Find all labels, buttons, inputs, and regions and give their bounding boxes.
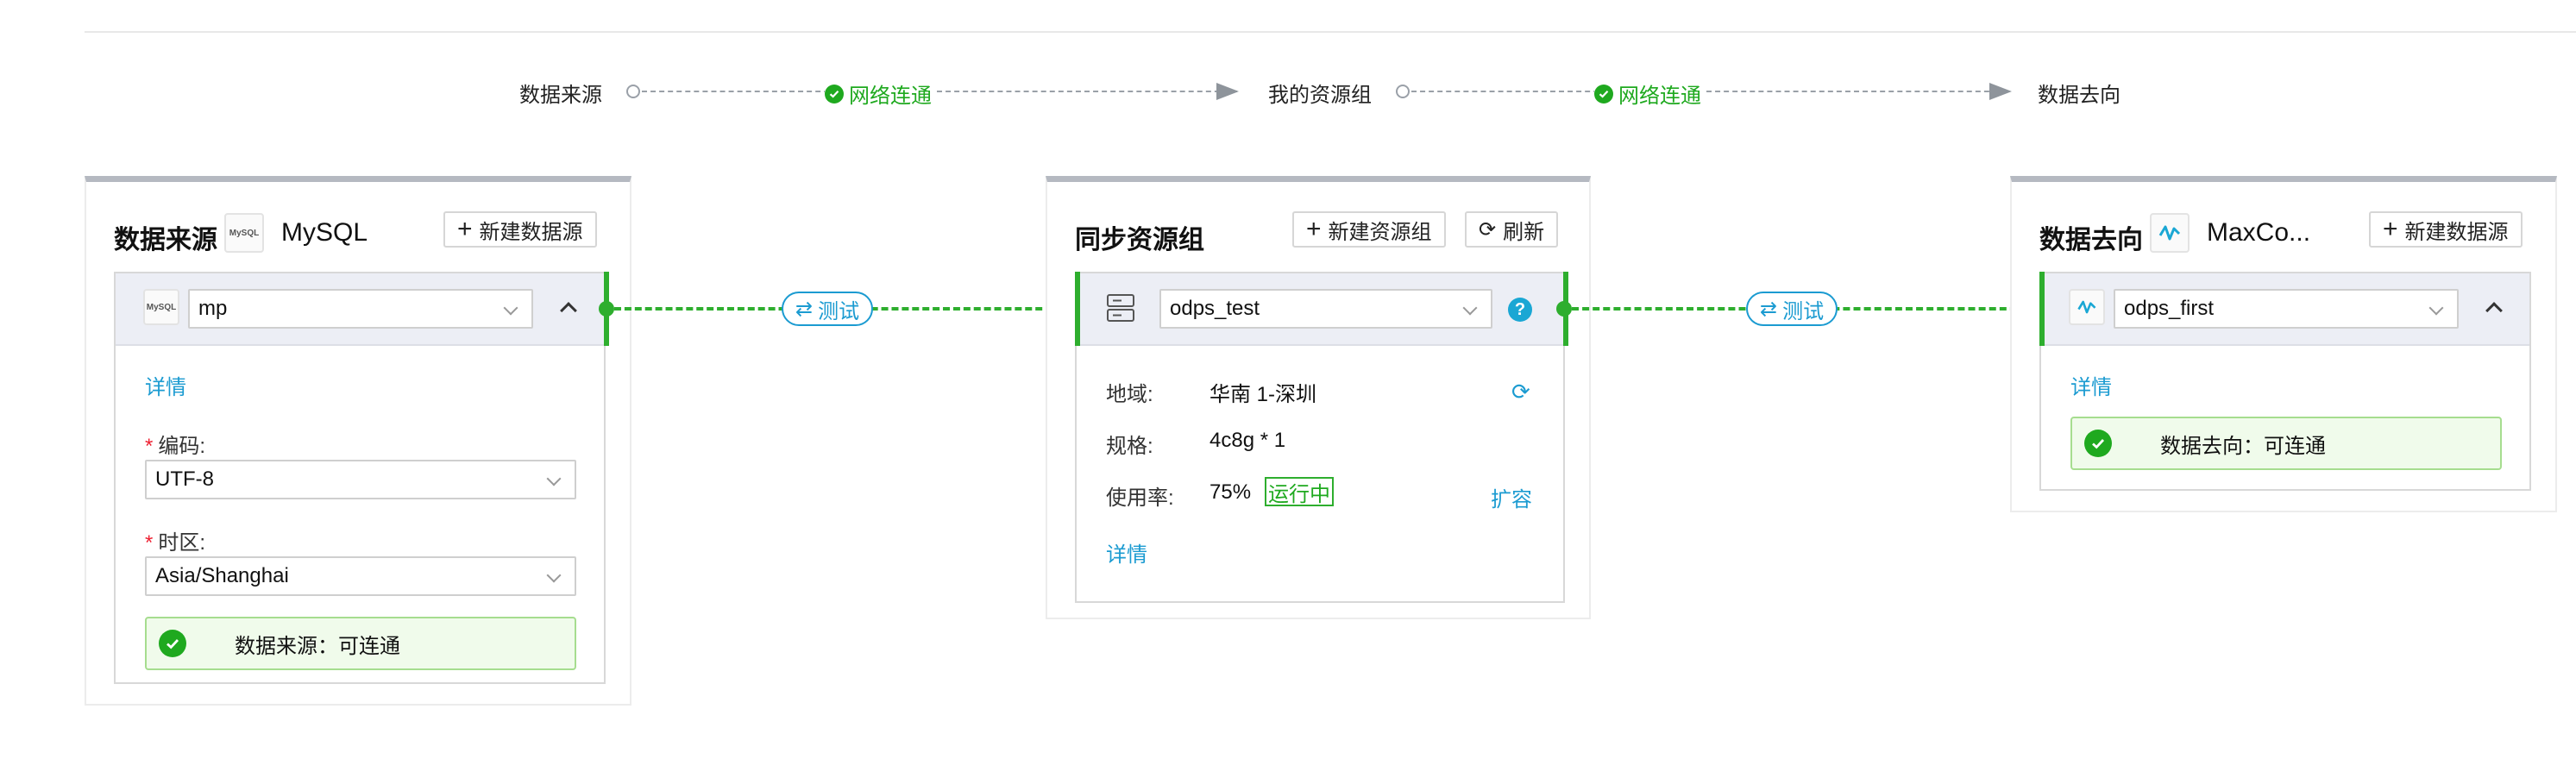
region-label: 地域: [1106, 383, 1153, 406]
group-details-link[interactable]: 详情 [1106, 537, 1147, 568]
flow-source-label: 数据来源 [519, 84, 602, 107]
group-card: odps_test ? 地域: 华南 1-深圳 ⟳ 规格: 4c8g * 1 使… [1075, 272, 1568, 603]
plus-icon: + [457, 215, 473, 243]
new-datasource-button[interactable]: + 新建数据源 [443, 211, 597, 248]
spec-value: 4c8g * 1 [1209, 429, 1286, 452]
new-resource-group-button[interactable]: + 新建资源组 [1292, 211, 1446, 248]
test-connection-button-right[interactable]: ⇄ 测试 [1746, 292, 1838, 326]
dest-datasource-select[interactable]: odps_first [2114, 289, 2459, 329]
connector-mid-dot [1556, 301, 1572, 317]
connector-start-dot [599, 301, 614, 317]
encoding-select[interactable]: UTF-8 [145, 460, 576, 499]
refresh-icon: ⟳ [1479, 217, 1497, 242]
source-details-link[interactable]: 详情 [145, 370, 186, 400]
flow-dest-label: 数据去向 [2038, 84, 2120, 107]
usage-value: 75% [1209, 480, 1252, 504]
check-circle-icon [2084, 430, 2112, 457]
mysql-logo-icon: MySQL [224, 213, 264, 253]
source-card: MySQL mp 详情 * 编码: UTF-8 * 时区: Asia/Shangha… [114, 272, 609, 684]
check-circle-icon [825, 84, 844, 104]
source-type-name: MySQL [281, 218, 368, 247]
chevron-down-icon [1462, 300, 1478, 316]
dest-details-link[interactable]: 详情 [2070, 370, 2112, 400]
flow-group-label: 我的资源组 [1268, 84, 1372, 107]
expand-link[interactable]: 扩容 [1491, 482, 1532, 512]
group-panel-title: 同步资源组 [1075, 226, 1204, 254]
new-resource-group-label: 新建资源组 [1328, 220, 1432, 244]
source-status-text: 数据来源：可连通 [235, 634, 400, 658]
running-status-tag: 运行中 [1265, 477, 1334, 506]
chevron-down-icon [546, 471, 562, 486]
flow-dash-2 [1411, 91, 2007, 92]
flow-mid-circle [1396, 85, 1410, 98]
check-circle-icon [1594, 84, 1613, 104]
dest-panel: 数据去向 MaxCo... + 新建数据源 odps_first 详情 数据去向… [2010, 176, 2557, 512]
mysql-small-logo-icon: MySQL [143, 289, 179, 325]
dest-datasource-value: odps_first [2124, 297, 2215, 320]
usage-label: 使用率: [1106, 486, 1174, 510]
refresh-label: 刷新 [1503, 220, 1545, 244]
timezone-value: Asia/Shanghai [155, 564, 289, 587]
net-status-1: 网络连通 [825, 78, 935, 109]
check-circle-icon [159, 630, 186, 657]
new-datasource-label: 新建数据源 [479, 220, 583, 244]
flow-arrow-2 [1989, 83, 2012, 100]
dest-card-accent [2039, 272, 2045, 346]
net-status-2: 网络连通 [1594, 78, 1705, 109]
source-datasource-value: mp [198, 297, 228, 320]
resource-group-panel: 同步资源组 + 新建资源组 ⟳ 刷新 odps_test ? 地域: 华南 1-… [1046, 176, 1591, 619]
new-dest-datasource-button[interactable]: + 新建数据源 [2369, 211, 2523, 248]
flow-dash-1 [642, 91, 1237, 92]
net-status-1-text: 网络连通 [849, 85, 932, 108]
chevron-down-icon [546, 568, 562, 583]
plus-icon: + [2383, 215, 2398, 243]
source-panel-title: 数据来源 [114, 226, 217, 254]
dest-type-name: MaxCo... [2207, 218, 2311, 247]
test-label-right: 测试 [1782, 299, 1825, 323]
flow-arrow-1 [1216, 83, 1239, 100]
timezone-select[interactable]: Asia/Shanghai [145, 556, 576, 596]
net-status-2-text: 网络连通 [1618, 85, 1701, 108]
encoding-value: UTF-8 [155, 467, 214, 491]
chevron-down-icon [503, 300, 518, 316]
resource-group-select[interactable]: odps_test [1159, 289, 1492, 329]
dest-panel-title: 数据去向 [2039, 226, 2143, 254]
resource-group-value: odps_test [1170, 297, 1260, 320]
dest-status-text: 数据去向：可连通 [2160, 434, 2326, 458]
top-divider [85, 31, 2576, 33]
region-value: 华南 1-深圳 [1209, 383, 1317, 406]
timezone-label: * 时区: [145, 531, 206, 555]
group-card-accent-left [1075, 272, 1080, 346]
plus-icon: + [1306, 215, 1322, 243]
help-icon[interactable]: ? [1508, 298, 1532, 322]
region-refresh-icon[interactable]: ⟳ [1511, 379, 1530, 405]
new-dest-datasource-label: 新建数据源 [2404, 220, 2509, 244]
dest-status-box: 数据去向：可连通 [2070, 417, 2502, 470]
server-icon [1106, 292, 1135, 323]
test-connection-button-left[interactable]: ⇄ 测试 [782, 292, 874, 326]
flow-start-circle [626, 85, 640, 98]
chevron-down-icon [2428, 300, 2444, 316]
maxcompute-small-logo-icon [2069, 289, 2105, 325]
swap-arrows-icon: ⇄ [795, 297, 814, 321]
spec-label: 规格: [1106, 435, 1153, 458]
maxcompute-logo-icon [2150, 213, 2190, 253]
swap-arrows-icon: ⇄ [1760, 297, 1778, 321]
test-label-left: 测试 [818, 299, 860, 323]
source-status-box: 数据来源：可连通 [145, 617, 576, 670]
refresh-button[interactable]: ⟳ 刷新 [1465, 211, 1559, 248]
source-datasource-select[interactable]: mp [188, 289, 533, 329]
source-panel: 数据来源 MySQL MySQL + 新建数据源 MySQL mp 详情 * 编码… [85, 176, 631, 706]
dest-card: odps_first 详情 数据去向：可连通 [2039, 272, 2531, 491]
encoding-label: * 编码: [145, 435, 206, 458]
